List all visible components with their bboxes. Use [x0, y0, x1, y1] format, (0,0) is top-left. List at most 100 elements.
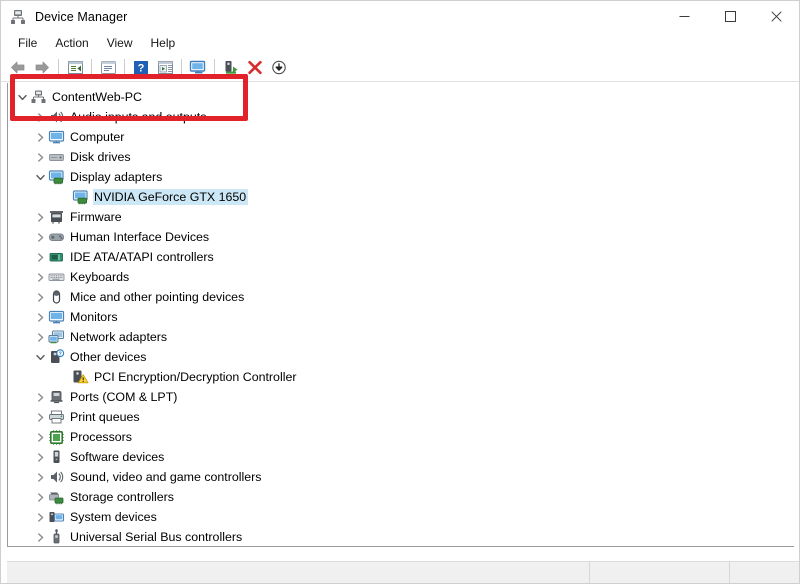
toolbar-separator [58, 59, 59, 76]
chevron-right-icon[interactable] [32, 229, 48, 245]
software-device-icon [48, 449, 65, 465]
window-controls [661, 1, 799, 32]
chevron-right-icon[interactable] [32, 249, 48, 265]
computer-node-icon [30, 89, 47, 105]
red-x-icon[interactable] [243, 56, 267, 79]
status-pane-tertiary [730, 562, 799, 583]
tree-item[interactable]: Disk drives [8, 147, 794, 167]
tree-item[interactable]: Human Interface Devices [8, 227, 794, 247]
device-tree-panel[interactable]: ContentWeb-PC Audio inputs and outputs Com… [7, 83, 794, 547]
show-hide-console-tree-button[interactable] [63, 56, 87, 79]
tree-item[interactable]: Display adapters [8, 167, 794, 187]
update-driver-button[interactable] [153, 56, 177, 79]
tree-item[interactable]: Print queues [8, 407, 794, 427]
status-bar [7, 561, 799, 583]
tree-item[interactable]: Storage controllers [8, 487, 794, 507]
monitor-icon [48, 309, 65, 325]
tree-item[interactable]: Mice and other pointing devices [8, 287, 794, 307]
tree-item[interactable]: PCI Encryption/Decryption Controller [8, 367, 794, 387]
tree-item-label: Display adapters [70, 170, 163, 184]
help-button[interactable]: ? [129, 56, 153, 79]
tree-item-label: Disk drives [70, 150, 131, 164]
port-icon [48, 389, 65, 405]
chevron-right-icon[interactable] [32, 149, 48, 165]
menu-bar: File Action View Help [1, 32, 799, 54]
back-button[interactable] [6, 56, 30, 79]
chevron-right-icon[interactable] [32, 329, 48, 345]
chevron-right-icon[interactable] [32, 109, 48, 125]
tree-item-label: System devices [70, 510, 157, 524]
tree-item[interactable]: Audio inputs and outputs [8, 107, 794, 127]
other-devices-icon: ? [48, 349, 65, 365]
chevron-right-icon[interactable] [32, 529, 48, 545]
device-manager-window: Device Manager File Action View Help ? C… [0, 0, 800, 584]
chevron-down-icon[interactable] [32, 349, 48, 365]
chevron-right-icon[interactable] [32, 509, 48, 525]
unknown-device-warning-icon [72, 369, 89, 385]
menu-item-view[interactable]: View [98, 34, 142, 52]
toolbar-separator [124, 59, 125, 76]
disk-drive-icon [48, 149, 65, 165]
mouse-icon [48, 289, 65, 305]
chevron-right-icon[interactable] [32, 269, 48, 285]
tree-item-label: NVIDIA GeForce GTX 1650 [93, 189, 249, 205]
ide-controller-icon [48, 249, 65, 265]
tree-item[interactable]: System devices [8, 507, 794, 527]
chevron-down-icon[interactable] [14, 89, 30, 105]
keyboard-icon [48, 269, 65, 285]
chevron-down-icon[interactable] [32, 169, 48, 185]
chevron-right-icon[interactable] [32, 489, 48, 505]
download-arrow-icon[interactable] [267, 56, 291, 79]
chevron-right-icon[interactable] [32, 129, 48, 145]
tree-item-label: Storage controllers [70, 490, 174, 504]
tree-item-label: Print queues [70, 410, 140, 424]
tree-item[interactable]: Network adapters [8, 327, 794, 347]
tree-item[interactable]: Ports (COM & LPT) [8, 387, 794, 407]
tree-item[interactable]: Sound, video and game controllers [8, 467, 794, 487]
tree-item-label: ContentWeb-PC [52, 90, 142, 104]
close-icon[interactable] [753, 1, 799, 32]
svg-text:?: ? [138, 63, 145, 75]
tree-item-label: Sound, video and game controllers [70, 470, 262, 484]
tree-item-label: Ports (COM & LPT) [70, 390, 178, 404]
tree-item-label: Human Interface Devices [70, 230, 210, 244]
chevron-right-icon[interactable] [32, 309, 48, 325]
toolbar-separator [181, 59, 182, 76]
processor-icon [48, 429, 65, 445]
tree-item-label: Keyboards [70, 270, 130, 284]
tree-item[interactable]: ? Other devices [8, 347, 794, 367]
usb-controller-icon [48, 529, 65, 545]
chevron-right-icon[interactable] [32, 469, 48, 485]
display-adapter-icon [72, 189, 89, 205]
maximize-icon[interactable] [707, 1, 753, 32]
tree-item[interactable]: Keyboards [8, 267, 794, 287]
tree-item-label: Computer [70, 130, 125, 144]
tree-item-label: Software devices [70, 450, 165, 464]
forward-button[interactable] [30, 56, 54, 79]
tree-item[interactable]: Firmware [8, 207, 794, 227]
tree-item[interactable]: Universal Serial Bus controllers [8, 527, 794, 546]
chevron-right-icon[interactable] [32, 209, 48, 225]
tree-item-label: Mice and other pointing devices [70, 290, 245, 304]
tree-item[interactable]: Monitors [8, 307, 794, 327]
chevron-right-icon[interactable] [32, 409, 48, 425]
chevron-right-icon[interactable] [32, 289, 48, 305]
tree-item[interactable]: Processors [8, 427, 794, 447]
menu-item-file[interactable]: File [9, 34, 46, 52]
tree-item[interactable]: Computer [8, 127, 794, 147]
enable-device-button[interactable] [219, 56, 243, 79]
scan-for-hardware-changes-button[interactable] [186, 56, 210, 79]
minimize-icon[interactable] [661, 1, 707, 32]
chevron-right-icon[interactable] [32, 429, 48, 445]
tree-root-item[interactable]: ContentWeb-PC [8, 87, 794, 107]
properties-button[interactable] [96, 56, 120, 79]
menu-item-action[interactable]: Action [46, 34, 97, 52]
tree-item[interactable]: IDE ATA/ATAPI controllers [8, 247, 794, 267]
menu-item-help[interactable]: Help [142, 34, 185, 52]
tree-item[interactable]: NVIDIA GeForce GTX 1650 [8, 187, 794, 207]
tree-item[interactable]: Software devices [8, 447, 794, 467]
system-device-icon [48, 509, 65, 525]
chevron-right-icon[interactable] [32, 449, 48, 465]
status-pane-main [7, 562, 590, 583]
chevron-right-icon[interactable] [32, 389, 48, 405]
